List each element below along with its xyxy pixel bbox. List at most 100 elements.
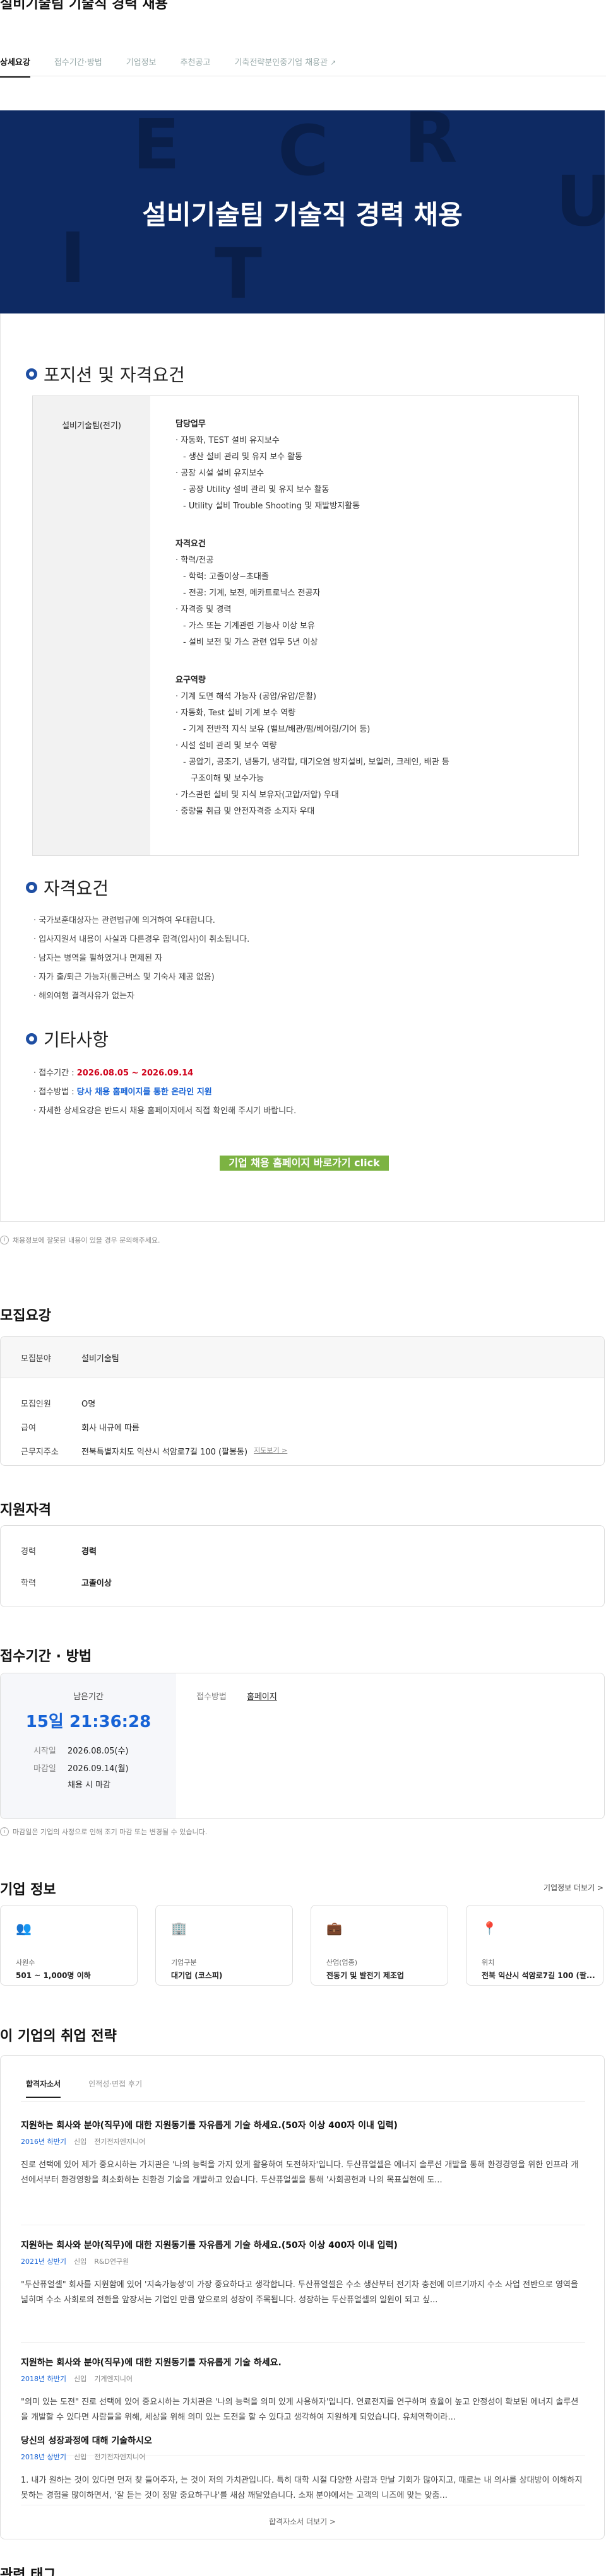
location-icon: 📍 xyxy=(482,1921,497,1936)
list-item: · 국가보훈대상자는 관련법규에 의거하여 우대합니다. xyxy=(33,916,215,925)
card-label: 산업(업종) xyxy=(326,1958,358,1967)
end-label: 마감일 xyxy=(33,1764,56,1774)
map-link[interactable]: 지도보기 > xyxy=(254,1445,287,1457)
tab-apply-method[interactable]: 접수기간·방법 xyxy=(54,56,102,78)
tab-company-hall[interactable]: 기축전략분인중기업 채용관 ↗ xyxy=(234,56,336,78)
strategy-box: 합격자소서 인적성·면접 후기 지원하는 회사와 분야(직무)에 대한 지원동기… xyxy=(0,2055,605,2539)
start-value: 2026.08.05(수) xyxy=(68,1747,129,1756)
apply-title: 접수기간 · 방법 xyxy=(0,1649,92,1665)
cover-letter-item[interactable]: 지원하는 회사와 분야(직무)에 대한 지원동기를 자유롭게 기술 하세요.(5… xyxy=(21,2239,583,2308)
article-year: 2018년 하반기 xyxy=(21,2375,66,2383)
article-dept: 기계엔지니어 xyxy=(94,2375,133,2383)
tab-interview-reviews[interactable]: 인적성·면접 후기 xyxy=(88,2078,142,2098)
apply-method-link[interactable]: 홈페이지 xyxy=(247,1690,277,1702)
company-card-industry: 💼 산업(업종) 전동기 및 발전기 제조업 xyxy=(311,1905,448,1986)
start-label: 시작일 xyxy=(33,1747,56,1756)
section-title: 자격요건 xyxy=(44,878,109,899)
detail-line: · 시설 설비 관리 및 보수 역량 xyxy=(175,741,277,751)
recruit-box: 모집분야 설비기술팀 모집인원 O명 급여 회사 내규에 따름 근무지주소 전북특별자치… xyxy=(0,1336,605,1466)
tab-recommended[interactable]: 추천공고 xyxy=(181,56,211,78)
article-type: 신입 xyxy=(73,2453,87,2461)
period-value: 2026.08.05 ~ 2026.09.14 xyxy=(76,1068,194,1078)
pay-label: 급여 xyxy=(21,1424,36,1433)
end-value: 2026.09.14(월) xyxy=(68,1764,129,1774)
article-title: 지원하는 회사와 분야(직무)에 대한 지원동기를 자유롭게 기술 하세요.(5… xyxy=(21,2240,398,2251)
related-tags-title: 관련 태그 xyxy=(0,2567,56,2576)
education-value: 고졸이상 xyxy=(81,1579,112,1588)
list-item: · 자세한 상세요강은 반드시 채용 홈페이지에서 직접 확인해 주시기 바랍니… xyxy=(33,1106,297,1116)
card-value: 전북 익산시 석암로7길 100 (팔... xyxy=(482,1971,595,1980)
tab-cover-letters[interactable]: 합격자소서 xyxy=(26,2078,61,2098)
external-link-icon: ↗ xyxy=(330,59,336,67)
detail-line: - 기계 전반적 지식 보유 (밸브/배관/펌/베어링/기어 등) xyxy=(183,725,371,734)
list-item: · 접수방법 : 당사 채용 홈페이지를 통한 온라인 지원 xyxy=(33,1083,296,1102)
recruit-address-row: 근무지주소 전북특별자치도 익산시 석암로7길 100 (팔봉동) 지도보기 > xyxy=(21,1445,287,1457)
company-homepage-button[interactable]: 기업 채용 홈페이지 바로가기 click xyxy=(220,1156,389,1171)
group-heading: 담당업무 xyxy=(175,419,206,429)
detail-line: - 공압기, 공조기, 냉동기, 냉각탑, 대기오염 방지설비, 보일러, 크레… xyxy=(183,758,449,767)
article-dept: 전기전자엔지니어 xyxy=(94,2138,146,2146)
cover-letter-item[interactable]: 지원하는 회사와 분야(직무)에 대한 지원동기를 자유롭게 기술 하세요. 2… xyxy=(21,2356,583,2425)
start-row: 시작일 2026.08.05(수) xyxy=(33,1744,129,1756)
education-row: 학력 고졸이상 xyxy=(21,1576,112,1588)
article-body: "두산퓨얼셀" 회사를 지원함에 있어 '지속가능성'이 가장 중요하다고 생각… xyxy=(21,2280,578,2305)
article-meta: 2016년 하반기 신입 전기전자엔지니어 xyxy=(21,2136,583,2146)
info-icon: i xyxy=(0,1827,9,1836)
list-item: · 자가 출/퇴근 가능자(통근버스 및 기숙사 제공 없음) xyxy=(33,973,215,982)
address-label: 근무지주소 xyxy=(21,1448,59,1457)
article-type: 신입 xyxy=(73,2375,87,2383)
article-type: 신입 xyxy=(73,2257,87,2266)
section-position-heading: 포지션 및 자격요건 xyxy=(26,361,185,387)
section-title: 기타사항 xyxy=(44,1029,109,1050)
count-label: 모집인원 xyxy=(21,1400,51,1409)
banner-letter: C xyxy=(278,110,329,191)
company-title: 기업 정보 xyxy=(0,1882,56,1898)
people-icon: 👥 xyxy=(16,1921,32,1936)
section-etc-heading: 기타사항 xyxy=(26,1026,109,1051)
tab-company-info[interactable]: 기업정보 xyxy=(126,56,157,78)
article-body: "의미 있는 도전" 진로 선택에 있어 중요시하는 가치관은 '나의 능력을 … xyxy=(21,2397,579,2422)
cover-letter-more-link[interactable]: 합격자소서 더보기 > xyxy=(1,2516,604,2527)
bullet-circle-icon xyxy=(26,368,37,380)
article-dept: 전기전자엔지니어 xyxy=(94,2453,146,2461)
article-type: 신입 xyxy=(73,2138,87,2146)
detail-line: · 학력/전공 xyxy=(175,556,214,565)
apply-method-label: 접수방법 xyxy=(196,1692,227,1702)
recruit-pay-row: 급여 회사 내규에 따름 xyxy=(21,1421,140,1433)
article-title: 당신의 성장과정에 대해 기술하시오 xyxy=(21,2436,152,2446)
field-label: 모집분야 xyxy=(21,1354,51,1364)
posting-content: 포지션 및 자격요건 설비기술팀(전기) 담당업무 · 자동화, TEST 설비… xyxy=(0,313,605,1222)
job-posting-page: 설비기술팀 기술직 경력 채용 상세요강 접수기간·방법 기업정보 추천공고 기… xyxy=(0,0,606,2576)
cover-letter-item[interactable]: 지원하는 회사와 분야(직무)에 대한 지원동기를 자유롭게 기술 하세요.(5… xyxy=(21,2119,583,2188)
qualify-title: 지원자격 xyxy=(0,1502,51,1518)
article-year: 2021년 상반기 xyxy=(21,2257,66,2266)
banner-letter: R xyxy=(404,110,458,179)
apply-note-text: 마감일은 기업의 사정으로 인해 조기 마감 또는 변경될 수 있습니다. xyxy=(13,1828,208,1836)
company-card-employees: 👥 사원수 501 ~ 1,000명 이하 xyxy=(0,1905,138,1986)
cover-letter-item[interactable]: 당신의 성장과정에 대해 기술하시오 2018년 상반기 신입 전기전자엔지니어 1… xyxy=(21,2434,583,2503)
remain-time: 15일 21:36:28 xyxy=(25,1712,152,1731)
career-label: 경력 xyxy=(21,1547,36,1557)
report-note-text[interactable]: 채용정보에 잘못된 내용이 있을 경우 문의해주세요. xyxy=(13,1235,160,1245)
card-value: 501 ~ 1,000명 이하 xyxy=(16,1971,91,1980)
briefcase-icon: 💼 xyxy=(326,1921,342,1936)
bullet-circle-icon xyxy=(26,1033,37,1045)
article-title: 지원하는 회사와 분야(직무)에 대한 지원동기를 자유롭게 기술 하세요.(5… xyxy=(21,2121,398,2131)
company-more-link[interactable]: 기업정보 더보기 > xyxy=(544,1882,603,1893)
card-label: 위치 xyxy=(482,1958,495,1967)
article-meta: 2018년 상반기 신입 전기전자엔지니어 xyxy=(21,2452,583,2462)
detail-line: - 가스 또는 기계관련 기능사 이상 보유 xyxy=(183,621,315,631)
tab-detail[interactable]: 상세요강 xyxy=(0,56,30,78)
article-year: 2018년 상반기 xyxy=(21,2453,66,2461)
banner-letter: E xyxy=(133,110,181,185)
section-qualification-heading: 자격요건 xyxy=(26,875,109,900)
strategy-title: 이 기업의 취업 전략 xyxy=(0,2029,117,2044)
apply-method-row: 접수방법 홈페이지 xyxy=(196,1690,277,1702)
address-value: 전북특별자치도 익산시 석암로7길 100 (팔봉동) xyxy=(81,1448,248,1457)
career-value: 경력 xyxy=(81,1547,97,1557)
card-label: 기업구분 xyxy=(171,1958,197,1967)
company-card-location: 📍 위치 전북 익산시 석암로7길 100 (팔... xyxy=(466,1905,603,1986)
company-card-type: 🏢 기업구분 대기업 (코스피) xyxy=(155,1905,293,1986)
method-label: · 접수방법 : xyxy=(33,1087,77,1097)
article-dept: R&D연구원 xyxy=(94,2257,129,2266)
